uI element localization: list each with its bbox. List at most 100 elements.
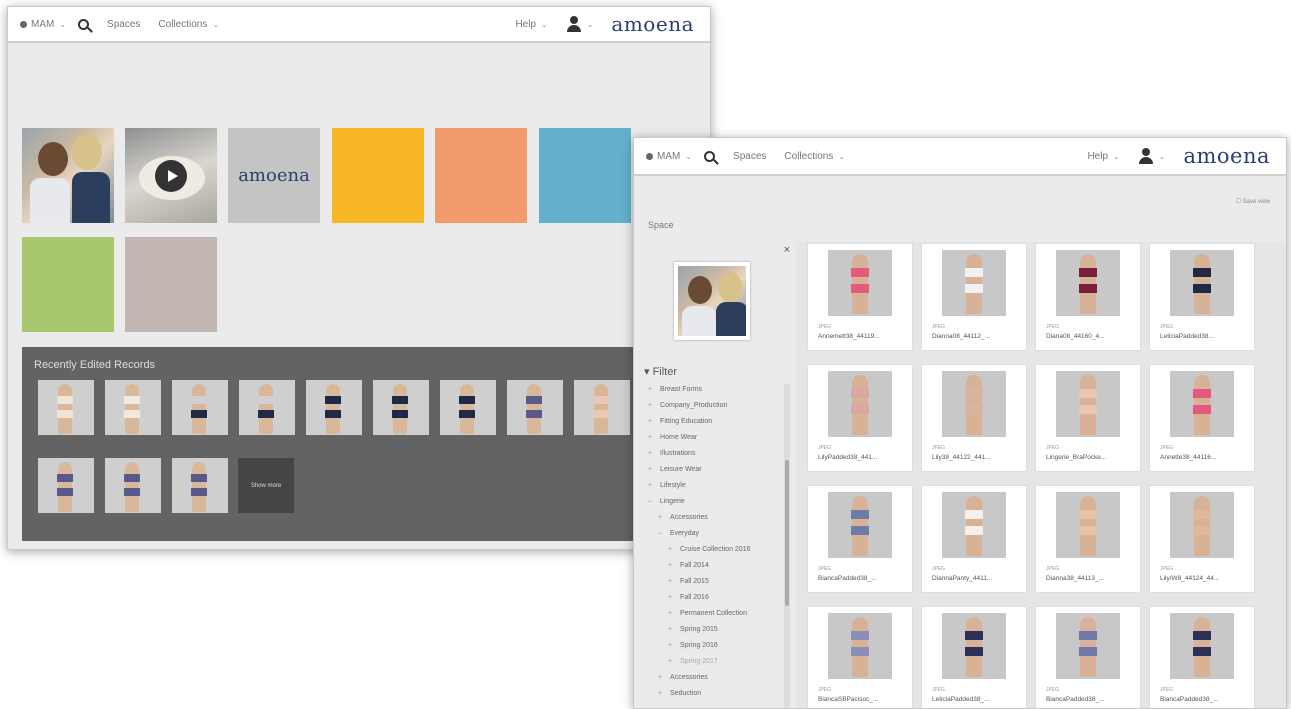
tile-brand-logo[interactable]: amoena [228, 128, 320, 223]
asset-name[interactable]: BiancaPadded38_... [1046, 696, 1105, 703]
recent-record-thumbnail[interactable] [239, 380, 295, 435]
chevron-down-icon[interactable]: ⌄ [1159, 152, 1166, 161]
asset-thumbnail[interactable] [828, 250, 892, 316]
help-menu[interactable]: Help ⌄ [1087, 151, 1119, 162]
asset-thumbnail[interactable] [942, 250, 1006, 316]
tree-item[interactable]: + Leisure Wear [642, 462, 784, 478]
asset-name[interactable]: Diana08_44160_4... [1046, 333, 1105, 340]
collections-menu[interactable]: Collections ⌄ [784, 151, 845, 162]
scrollbar-thumb[interactable] [785, 460, 789, 606]
asset-name[interactable]: BiancaPadded38_... [818, 575, 877, 582]
mam-menu[interactable]: MAM ⌄ [20, 19, 66, 30]
expand-icon[interactable]: + [668, 642, 674, 649]
recent-record-thumbnail[interactable] [172, 458, 228, 513]
expand-icon[interactable]: + [658, 514, 664, 521]
asset-card[interactable]: JPEG DiannaPanty_4411... [922, 486, 1026, 592]
user-icon[interactable] [1138, 148, 1154, 164]
tile-video[interactable] [125, 128, 217, 223]
tree-item[interactable]: + Home Wear [642, 430, 784, 446]
tree-item[interactable]: + Company_Production [642, 398, 784, 414]
tile-green[interactable] [22, 237, 114, 332]
expand-icon[interactable]: + [648, 450, 654, 457]
recent-record-thumbnail[interactable] [373, 380, 429, 435]
asset-thumbnail[interactable] [1056, 371, 1120, 437]
asset-card[interactable]: JPEG LilyPadded38_441... [808, 365, 912, 471]
tile-blue[interactable] [539, 128, 631, 223]
asset-card[interactable]: JPEG Dianna38_44113_... [1036, 486, 1140, 592]
play-icon[interactable] [155, 160, 187, 192]
asset-thumbnail[interactable] [828, 371, 892, 437]
recent-record-thumbnail[interactable] [38, 458, 94, 513]
asset-thumbnail[interactable] [942, 371, 1006, 437]
tree-item[interactable]: + Fall 2014 [642, 558, 784, 574]
expand-icon[interactable]: + [668, 578, 674, 585]
asset-name[interactable]: Lily/W8_44124_44... [1160, 575, 1219, 582]
asset-name[interactable]: Annemett38_44119... [818, 333, 880, 340]
recent-record-thumbnail[interactable] [172, 380, 228, 435]
recent-record-thumbnail[interactable] [105, 380, 161, 435]
asset-name[interactable]: Dianna38_44113_... [1046, 575, 1104, 582]
expand-icon[interactable]: + [668, 562, 674, 569]
spaces-menu[interactable]: Spaces [733, 151, 766, 162]
recent-record-thumbnail[interactable] [440, 380, 496, 435]
asset-thumbnail[interactable] [1170, 613, 1234, 679]
tree-item[interactable]: + Fitting Education [642, 414, 784, 430]
asset-name[interactable]: LilyPadded38_441... [818, 454, 877, 461]
tree-item[interactable]: – Everyday [642, 526, 784, 542]
mam-menu[interactable]: MAM ⌄ [646, 151, 692, 162]
show-more-button[interactable]: Show more [238, 458, 294, 513]
asset-thumbnail[interactable] [1170, 492, 1234, 558]
asset-thumbnail[interactable] [1056, 613, 1120, 679]
expand-icon[interactable]: + [648, 482, 654, 489]
recent-record-thumbnail[interactable] [574, 380, 630, 435]
tree-item[interactable]: + Fall 2016 [642, 590, 784, 606]
asset-thumbnail[interactable] [1170, 250, 1234, 316]
expand-icon[interactable]: + [648, 466, 654, 473]
asset-card[interactable]: JPEG BiancaPadded38_... [808, 486, 912, 592]
tree-item[interactable]: + Accessories [642, 510, 784, 526]
asset-card[interactable]: JPEG BiancaSBPacisoc_... [808, 607, 912, 708]
expand-icon[interactable]: + [668, 610, 674, 617]
collapse-icon[interactable]: – [658, 530, 664, 537]
asset-thumbnail[interactable] [942, 613, 1006, 679]
asset-thumbnail[interactable] [942, 492, 1006, 558]
asset-card[interactable]: JPEG Lily/W8_44124_44... [1150, 486, 1254, 592]
tree-item[interactable]: + Spring 2017 [642, 654, 784, 670]
expand-icon[interactable]: + [658, 690, 664, 697]
filter-title[interactable]: ▾ Filter [644, 365, 677, 378]
tree-item[interactable]: + Lifestyle [642, 478, 784, 494]
brand-logo[interactable]: amoena [1183, 144, 1270, 168]
expand-icon[interactable]: + [668, 658, 674, 665]
asset-thumbnail[interactable] [1170, 371, 1234, 437]
asset-card[interactable]: JPEG BiancaPadded38_... [1036, 607, 1140, 708]
asset-name[interactable]: LeticiaPadded38... [1160, 333, 1214, 340]
expand-icon[interactable]: + [658, 674, 664, 681]
close-icon[interactable]: × [784, 244, 790, 256]
expand-icon[interactable]: + [648, 434, 654, 441]
expand-icon[interactable]: + [648, 402, 654, 409]
tile-yellow[interactable] [332, 128, 424, 223]
spaces-menu[interactable]: Spaces [107, 19, 140, 30]
asset-card[interactable]: JPEG Annemett38_44119... [808, 244, 912, 350]
asset-name[interactable]: Lingerie_BraPocke... [1046, 454, 1106, 461]
recent-record-thumbnail[interactable] [105, 458, 161, 513]
tree-item[interactable]: + Breast Forms [642, 382, 784, 398]
asset-card[interactable]: JPEG Lingerie_BraPocke... [1036, 365, 1140, 471]
asset-thumbnail[interactable] [1056, 250, 1120, 316]
tree-item[interactable]: + Seduction [642, 686, 784, 702]
tree-item[interactable]: + Accessories [642, 670, 784, 686]
expand-icon[interactable]: + [648, 418, 654, 425]
expand-icon[interactable]: + [648, 386, 654, 393]
expand-icon[interactable]: + [668, 626, 674, 633]
asset-name[interactable]: BiancaPadded38_... [1160, 696, 1219, 703]
asset-card[interactable]: JPEG LeticiaPadded38... [1150, 244, 1254, 350]
tree-item[interactable]: + Illustrations [642, 446, 784, 462]
recent-record-thumbnail[interactable] [507, 380, 563, 435]
asset-thumbnail[interactable] [828, 613, 892, 679]
tile-orange[interactable] [435, 128, 527, 223]
asset-name[interactable]: BiancaSBPacisoc_... [818, 696, 878, 703]
tree-item[interactable]: + Fall 2015 [642, 574, 784, 590]
asset-card[interactable]: JPEG LeticiaPadded38_... [922, 607, 1026, 708]
search-icon[interactable] [78, 18, 90, 30]
save-view-button[interactable]: ☐ Save view [1236, 198, 1270, 205]
